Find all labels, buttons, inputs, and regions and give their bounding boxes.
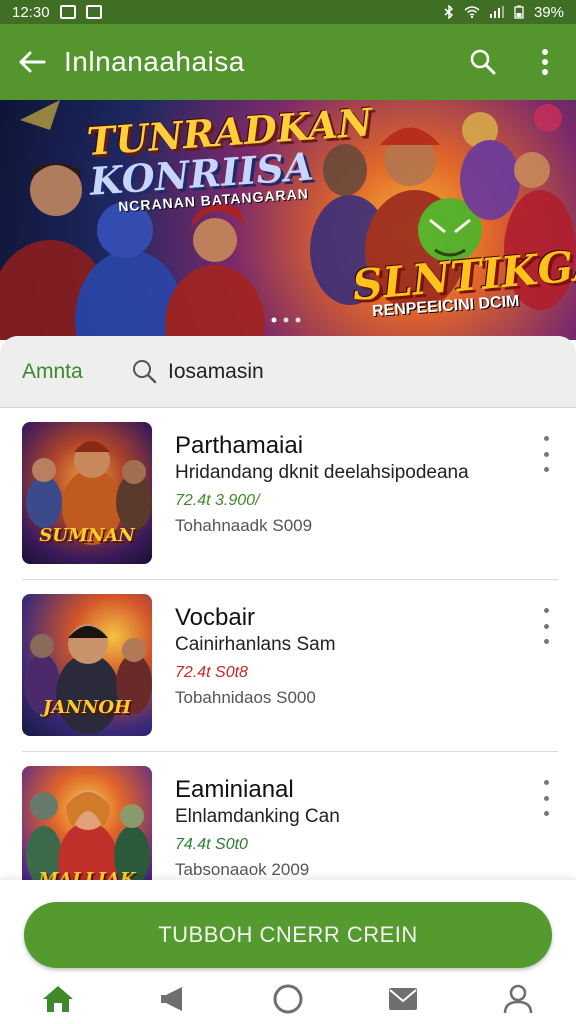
game-thumbnail[interactable]: SUMNAN	[22, 422, 152, 564]
game-info: Tabsonaaok 2009	[175, 860, 310, 879]
nav-discover[interactable]	[258, 974, 318, 1024]
more-vert-icon	[542, 49, 548, 75]
search-icon	[470, 49, 496, 75]
circle-icon	[273, 984, 303, 1014]
battery-icon	[514, 5, 524, 19]
filter-bar: Amnta Iosamasin	[0, 336, 576, 408]
game-title: Vocbair	[175, 604, 256, 631]
app-bar: Inlnanaahaisa	[0, 24, 576, 100]
notification-icon	[59, 5, 76, 19]
game-subtitle: Hridandang dknit deelahsipodeana	[175, 462, 469, 483]
bluetooth-icon	[444, 5, 454, 19]
wifi-icon	[464, 6, 480, 18]
megaphone-icon	[160, 987, 182, 1011]
game-subtitle: Cainirhanlans Sam	[175, 634, 336, 655]
game-info: Tohahnaadk S009	[175, 516, 313, 535]
status-time: 12:30	[12, 3, 50, 21]
carousel-indicator	[271, 317, 301, 323]
notification-icon-2	[85, 5, 102, 19]
more-vert-icon[interactable]	[536, 436, 556, 472]
search-icon	[133, 359, 157, 383]
game-title: Parthamaiai	[175, 432, 304, 459]
arrow-left-icon	[19, 51, 46, 73]
game-thumbnail[interactable]: JANNOH	[22, 594, 152, 736]
mail-icon	[389, 988, 418, 1010]
nav-profile[interactable]	[488, 974, 548, 1024]
page-title: Inlnanaahaisa	[64, 46, 245, 77]
hero-banner[interactable]: TUNRADKAN KONRIISA NCRANAN BATANGARAN SL…	[0, 100, 576, 340]
game-art-text: JANNOH	[42, 697, 132, 718]
profile-icon	[504, 984, 533, 1014]
primary-cta-button[interactable]: TUBBOH CNERR CREIN	[24, 902, 552, 968]
search-field[interactable]: Iosamasin	[132, 359, 264, 385]
game-title: Eaminianal	[175, 776, 294, 803]
list-item[interactable]: SUMNAN Parthamaiai Hridandang dknit deel…	[0, 408, 576, 580]
status-bar: 12:30 39%	[0, 0, 576, 24]
nav-messages[interactable]	[373, 974, 433, 1024]
game-price: 74.4t S0t0	[175, 836, 248, 853]
back-button[interactable]	[0, 24, 64, 100]
search-label: Iosamasin	[168, 359, 264, 383]
bottom-navigation	[0, 974, 576, 1024]
game-price: 72.4t 3.900/	[175, 492, 260, 509]
more-vert-icon[interactable]	[536, 608, 556, 644]
game-price: 72.4t S0t8	[175, 664, 248, 681]
search-button[interactable]	[452, 24, 514, 100]
battery-percent: 39%	[533, 3, 564, 21]
tab-active[interactable]: Amnta	[22, 360, 132, 384]
more-vert-icon[interactable]	[536, 780, 556, 816]
game-art-text: SUMNAN	[39, 525, 135, 546]
home-icon	[42, 986, 73, 1012]
game-info: Tobahnidaos S000	[175, 688, 316, 707]
signal-icon	[489, 6, 504, 18]
overflow-menu-button[interactable]	[514, 24, 576, 100]
game-subtitle: Elnlamdanking Can	[175, 806, 340, 827]
list-item[interactable]: JANNOH Vocbair Cainirhanlans Sam 72.4t S…	[0, 580, 576, 752]
nav-home[interactable]	[28, 974, 88, 1024]
nav-announcements[interactable]	[143, 974, 203, 1024]
